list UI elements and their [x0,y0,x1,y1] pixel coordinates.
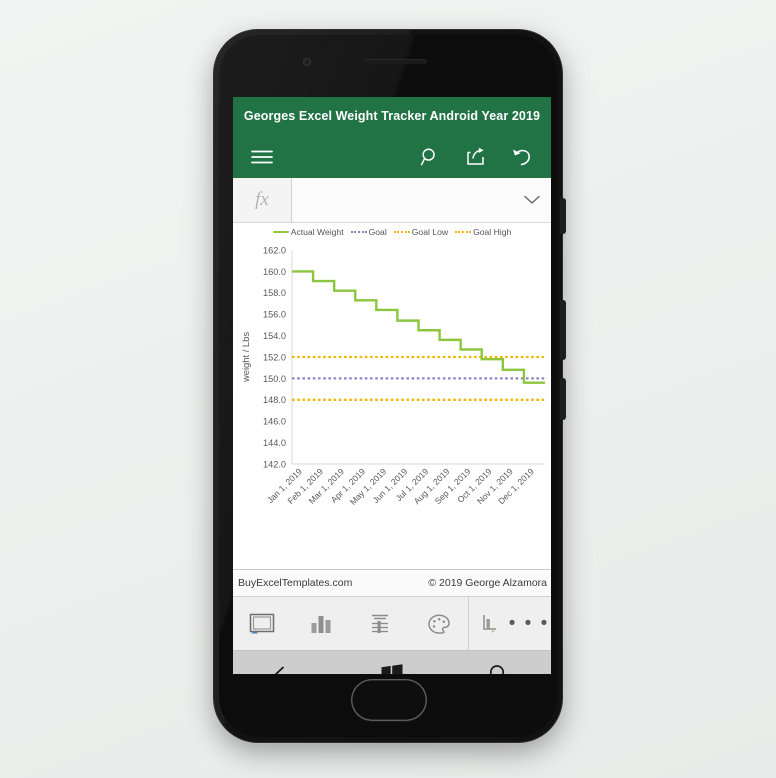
phone-screen: Georges Excel Weight Tracker Android Yea… [233,97,551,674]
search-icon[interactable] [445,663,551,674]
svg-text:142.0: 142.0 [263,459,286,469]
svg-text:156.0: 156.0 [263,310,286,320]
system-navigation-bar [233,651,551,674]
svg-text:148.0: 148.0 [263,395,286,405]
status-bar-copyright: © 2019 George Alzamora [428,577,547,589]
status-bar-website: BuyExcelTemplates.com [238,577,353,589]
svg-text:154.0: 154.0 [263,331,286,341]
phone-volume-up-button[interactable] [560,300,566,360]
phone-home-button[interactable] [351,679,427,721]
screenshot-stage: Georges Excel Weight Tracker Android Yea… [0,0,776,778]
chart-area-button[interactable] [233,597,292,650]
chart-type-button[interactable] [292,597,351,650]
chart-format-button[interactable] [473,597,507,650]
svg-text:152.0: 152.0 [263,352,286,362]
svg-text:162.0: 162.0 [263,245,286,255]
svg-text:144.0: 144.0 [263,438,286,448]
chart-layout-button[interactable] [351,597,410,650]
chart-format-group: • • • [468,597,551,650]
phone-earpiece-speaker [365,59,427,64]
chevron-down-icon[interactable] [513,178,551,222]
undo-icon[interactable] [509,144,535,170]
share-icon[interactable] [463,144,489,170]
formula-input[interactable] [292,178,513,222]
chart-colors-button[interactable] [409,597,468,650]
app-title-bar: Georges Excel Weight Tracker Android Yea… [233,97,551,135]
hamburger-menu-icon[interactable] [249,144,275,170]
app-header-toolbar [233,135,551,178]
svg-text:146.0: 146.0 [263,417,286,427]
phone-volume-down-button[interactable] [560,378,566,420]
phone-power-button[interactable] [560,198,566,234]
page-title: Georges Excel Weight Tracker Android Yea… [243,109,541,123]
function-icon[interactable]: fx [233,178,292,222]
search-icon[interactable] [417,144,443,170]
svg-text:150.0: 150.0 [263,374,286,384]
formula-bar: fx [233,178,551,223]
phone-front-camera [303,58,311,66]
svg-text:weight / Lbs: weight / Lbs [240,332,251,383]
more-options-button[interactable]: • • • [507,597,551,650]
back-arrow-icon[interactable] [233,665,339,674]
windows-logo-icon[interactable] [339,663,445,674]
svg-text:158.0: 158.0 [263,288,286,298]
weight-tracker-chart[interactable]: 162.0 160.0 158.0 156.0 154.0 152.0 150.0 148.0… [233,223,551,569]
svg-text:160.0: 160.0 [263,267,286,277]
app-header: Georges Excel Weight Tracker Android Yea… [233,97,551,178]
chart-tools-toolbar: • • • [233,597,551,651]
chart-sheet[interactable]: Actual Weight Goal Goal Low Goal High 16… [233,223,551,570]
status-bar: BuyExcelTemplates.com © 2019 George Alza… [233,570,551,597]
